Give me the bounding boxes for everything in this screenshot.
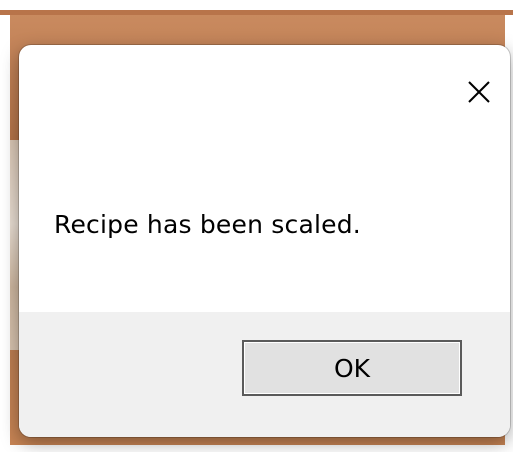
close-button[interactable] [462, 75, 496, 109]
dialog-footer: OK [19, 312, 510, 437]
message-dialog: Recipe has been scaled. OK [19, 45, 510, 437]
ok-button[interactable]: OK [242, 340, 462, 396]
close-icon [468, 81, 490, 103]
dialog-message: Recipe has been scaled. [54, 210, 361, 239]
